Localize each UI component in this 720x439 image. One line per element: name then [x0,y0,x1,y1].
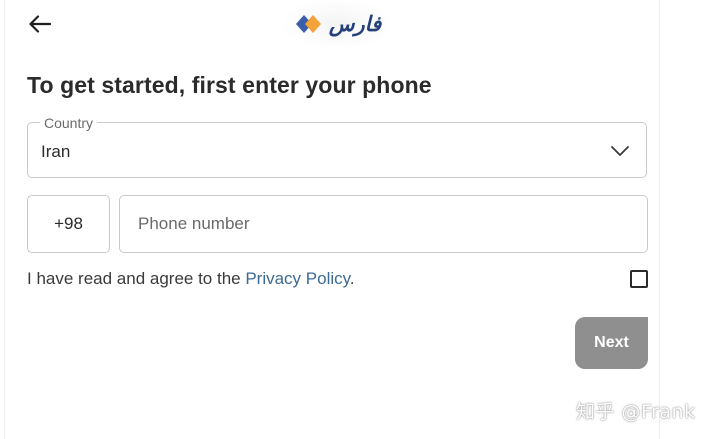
page: فارس To get started, first enter your ph… [0,0,720,439]
logo-text: فارس [328,11,382,36]
privacy-agreement-text: I have read and agree to the Privacy Pol… [27,269,355,289]
watermark: 知乎 @Frank [576,401,696,423]
brand-logo: فارس [283,0,393,48]
back-button[interactable] [25,10,55,38]
logo-diamond-icon [295,15,321,33]
privacy-policy-link[interactable]: Privacy Policy [245,269,350,288]
chevron-down-icon [611,146,629,156]
privacy-text: I have read and agree to the [27,269,246,288]
country-code-field[interactable]: +98 [27,195,110,253]
country-select[interactable]: Country Iran [27,115,647,178]
phone-number-input[interactable] [119,195,648,253]
signup-panel: فارس To get started, first enter your ph… [4,0,660,439]
arrow-left-icon [29,15,51,33]
next-button[interactable]: Next [575,317,648,369]
country-label: Country [40,115,98,131]
page-title: To get started, first enter your phone [27,72,432,98]
privacy-agree-checkbox[interactable] [630,270,648,288]
privacy-suffix: . [349,269,355,288]
country-value: Iran [41,142,71,161]
